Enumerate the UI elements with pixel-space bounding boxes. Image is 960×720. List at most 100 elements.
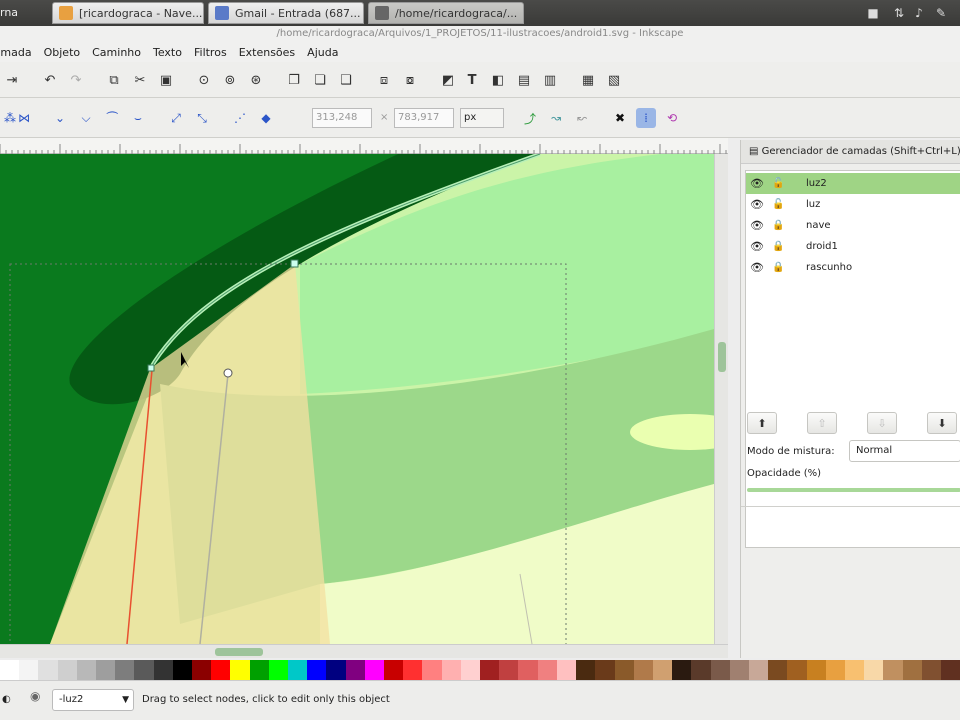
color-swatch[interactable] [153, 660, 173, 680]
lock-open-icon[interactable]: 🔓 [772, 199, 784, 210]
visibility-eye-icon[interactable]: 👁 [750, 240, 764, 253]
color-swatch[interactable] [537, 660, 557, 680]
x-coordinate-input[interactable]: 313,248 [312, 108, 372, 128]
layer-name[interactable]: luz2 [806, 178, 827, 189]
color-swatch[interactable] [0, 660, 20, 680]
join-nodes-icon[interactable]: ⌄ [50, 108, 70, 128]
opacity-slider[interactable] [747, 488, 960, 492]
lock-closed-icon[interactable]: 🔒 [772, 241, 784, 252]
layer-name[interactable]: luz [806, 199, 820, 210]
color-swatch[interactable] [96, 660, 116, 680]
color-swatch[interactable] [422, 660, 442, 680]
network-icon[interactable]: ⇅ [892, 6, 906, 20]
transform-icon[interactable]: ▥ [540, 70, 560, 90]
color-swatch[interactable] [729, 660, 749, 680]
paste-icon[interactable]: ▣ [156, 70, 176, 90]
color-swatch[interactable] [825, 660, 845, 680]
lock-open-icon[interactable]: 🔓 [772, 178, 784, 189]
color-swatch[interactable] [633, 660, 653, 680]
color-swatch[interactable] [192, 660, 212, 680]
delete-node-icon[interactable]: ⋈ [14, 108, 34, 128]
color-swatch[interactable] [556, 660, 577, 680]
ungroup-icon[interactable]: ⧇ [400, 70, 420, 90]
pen-tablet-icon[interactable]: ✎ [934, 6, 948, 20]
color-swatch[interactable] [345, 660, 365, 680]
preferences-icon[interactable]: ▦ [578, 70, 598, 90]
color-swatch[interactable] [326, 660, 346, 680]
layer-to-top-button[interactable]: ⬆ [747, 412, 777, 434]
edit-clip-icon[interactable]: ↜ [572, 108, 592, 128]
color-swatch[interactable] [768, 660, 788, 680]
color-swatch[interactable] [403, 660, 423, 680]
browser-tab-2[interactable]: Gmail - Entrada (687... [208, 2, 364, 24]
menu-object[interactable]: Objeto [44, 46, 81, 59]
copy-icon[interactable]: ⧉ [104, 70, 124, 90]
show-mask-icon[interactable]: ⁞ [636, 108, 656, 128]
scroll-thumb[interactable] [215, 648, 263, 656]
redo-icon[interactable]: ↷ [66, 70, 86, 90]
vertical-scrollbar[interactable] [714, 154, 728, 644]
blend-mode-select[interactable]: Normal [849, 440, 960, 462]
delete-segment-icon[interactable]: ⌣ [128, 108, 148, 128]
visibility-eye-icon[interactable]: 👁 [750, 177, 764, 190]
group-icon[interactable]: ⧈ [374, 70, 394, 90]
smooth-node-icon[interactable]: ⤡ [192, 108, 212, 128]
layer-name[interactable]: droid1 [806, 241, 838, 252]
artwork[interactable] [0, 154, 714, 644]
lock-closed-icon[interactable]: 🔒 [772, 220, 784, 231]
visibility-eye-icon[interactable]: 👁 [750, 261, 764, 274]
text-font-icon[interactable]: T [462, 70, 482, 90]
drawing-canvas[interactable] [0, 154, 714, 644]
document-properties-icon[interactable]: ▧ [604, 70, 624, 90]
color-swatch[interactable] [672, 660, 692, 680]
color-swatch[interactable] [921, 660, 941, 680]
color-swatch[interactable] [76, 660, 97, 680]
layer-row-luz[interactable]: 👁 🔓 luz [746, 194, 960, 215]
current-layer-select[interactable]: -luz2 ▼ [52, 689, 134, 711]
menu-layer[interactable]: Camada [0, 46, 32, 59]
align-icon[interactable]: ▤ [514, 70, 534, 90]
unlink-clone-icon[interactable]: ❑ [336, 70, 356, 90]
menu-filters[interactable]: Filtros [194, 46, 227, 59]
undo-icon[interactable]: ↶ [40, 70, 60, 90]
color-swatch[interactable] [864, 660, 884, 680]
color-swatch[interactable] [307, 660, 327, 680]
layer-row-rascunho[interactable]: 👁 🔒 rascunho [746, 257, 960, 278]
color-swatch[interactable] [940, 660, 960, 680]
zoom-page-icon[interactable]: ⊛ [246, 70, 266, 90]
visibility-eye-icon[interactable]: 👁 [750, 219, 764, 232]
color-swatch[interactable] [595, 660, 615, 680]
layer-raise-button[interactable]: ⇧ [807, 412, 837, 434]
color-swatch[interactable] [249, 660, 269, 680]
xml-editor-icon[interactable]: ◧ [488, 70, 508, 90]
import-icon[interactable]: ⇥ [2, 70, 22, 90]
color-swatch[interactable] [115, 660, 135, 680]
zoom-drawing-icon[interactable]: ⊚ [220, 70, 240, 90]
layer-visibility-icon[interactable]: ◉ [30, 689, 40, 703]
color-swatch[interactable] [134, 660, 154, 680]
browser-tab-3[interactable]: /home/ricardograca/... [368, 2, 524, 24]
line-segment-icon[interactable]: ⋰ [230, 108, 250, 128]
layer-lower-button[interactable]: ⇩ [867, 412, 897, 434]
browser-tab-1[interactable]: [ricardograca - Nave... [52, 2, 204, 24]
show-handles-icon[interactable]: ⤴ [520, 108, 540, 128]
join-segment-icon[interactable]: ⏜ [102, 108, 122, 128]
scroll-thumb[interactable] [718, 342, 726, 372]
layer-row-nave[interactable]: 👁 🔒 nave [746, 215, 960, 236]
layer-row-droid1[interactable]: 👁 🔒 droid1 [746, 236, 960, 257]
duplicate-icon[interactable]: ❐ [284, 70, 304, 90]
color-swatch[interactable] [211, 660, 231, 680]
menu-text[interactable]: Texto [153, 46, 182, 59]
color-swatch[interactable] [614, 660, 634, 680]
color-swatch[interactable] [364, 660, 385, 680]
color-swatch[interactable] [710, 660, 730, 680]
horizontal-scrollbar[interactable] [0, 644, 728, 658]
layer-row-luz2[interactable]: 👁 🔓 luz2 [746, 173, 960, 194]
color-swatch[interactable] [172, 660, 193, 680]
transform-handles-icon[interactable]: ✖ [610, 108, 630, 128]
visibility-eye-icon[interactable]: 👁 [750, 198, 764, 211]
color-swatch[interactable] [844, 660, 865, 680]
y-coordinate-input[interactable]: 783,917 [394, 108, 454, 128]
color-swatch[interactable] [384, 660, 404, 680]
layer-name[interactable]: rascunho [806, 262, 852, 273]
